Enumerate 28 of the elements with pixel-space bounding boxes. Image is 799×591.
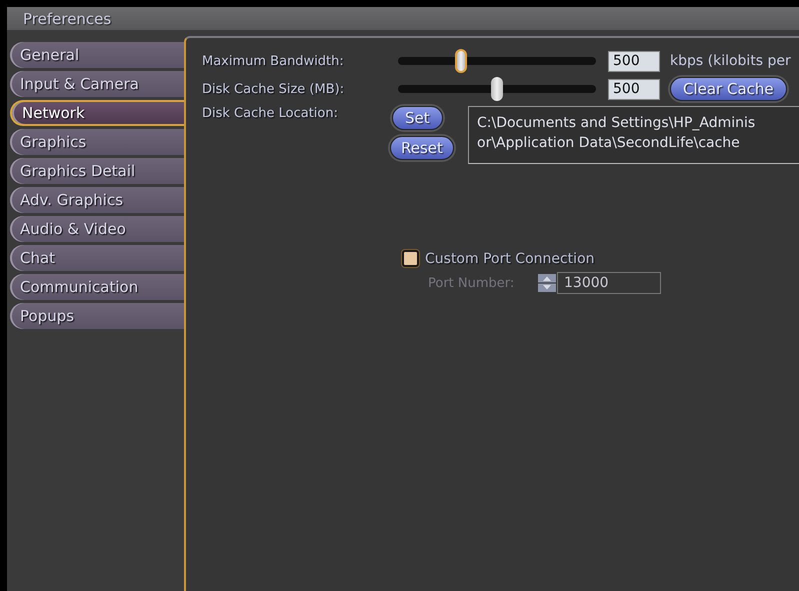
cache-size-slider[interactable] bbox=[398, 76, 596, 102]
bandwidth-label: Maximum Bandwidth: bbox=[202, 54, 345, 68]
unit-label: kbps (kilobits per bbox=[670, 53, 791, 69]
sidebar-tab[interactable]: Network bbox=[10, 100, 184, 126]
sidebar-tab[interactable]: General bbox=[10, 42, 184, 68]
sidebar-tab[interactable]: Communication bbox=[10, 274, 184, 300]
bandwidth-value[interactable]: 500 bbox=[608, 50, 660, 72]
slider-thumb[interactable] bbox=[491, 77, 503, 101]
sidebar-tab[interactable]: Input & Camera bbox=[10, 71, 184, 97]
sidebar-tab[interactable]: Popups bbox=[10, 303, 184, 329]
cache-location-label: Disk Cache Location: bbox=[202, 106, 339, 121]
clear-cache-button[interactable]: Clear Cache bbox=[670, 77, 787, 101]
sidebar-tab[interactable]: Adv. Graphics bbox=[10, 187, 184, 213]
sidebar-tab[interactable]: Chat bbox=[10, 245, 184, 271]
port-number-label: Port Number: bbox=[428, 276, 516, 290]
sidebar-tab[interactable]: Graphics bbox=[10, 129, 184, 155]
sidebar-tab[interactable]: Audio & Video bbox=[10, 216, 184, 242]
spinner-arrows-icon[interactable] bbox=[538, 274, 556, 292]
bandwidth-slider[interactable] bbox=[398, 48, 596, 74]
sidebar-tab[interactable]: Graphics Detail bbox=[10, 158, 184, 184]
cache-size-value[interactable]: 500 bbox=[608, 78, 660, 100]
slider-thumb[interactable] bbox=[455, 49, 468, 73]
cache-path-field[interactable]: C:\Documents and Settings\HP_Adminis or\Application Data\SecondLife\cache bbox=[468, 106, 799, 164]
checkbox-label: Custom Port Connection bbox=[425, 250, 595, 266]
set-button[interactable]: Set bbox=[392, 106, 443, 130]
window-title: Preferences bbox=[23, 10, 112, 28]
cache-size-label: Disk Cache Size (MB): bbox=[202, 82, 346, 96]
reset-button[interactable]: Reset bbox=[390, 136, 454, 160]
